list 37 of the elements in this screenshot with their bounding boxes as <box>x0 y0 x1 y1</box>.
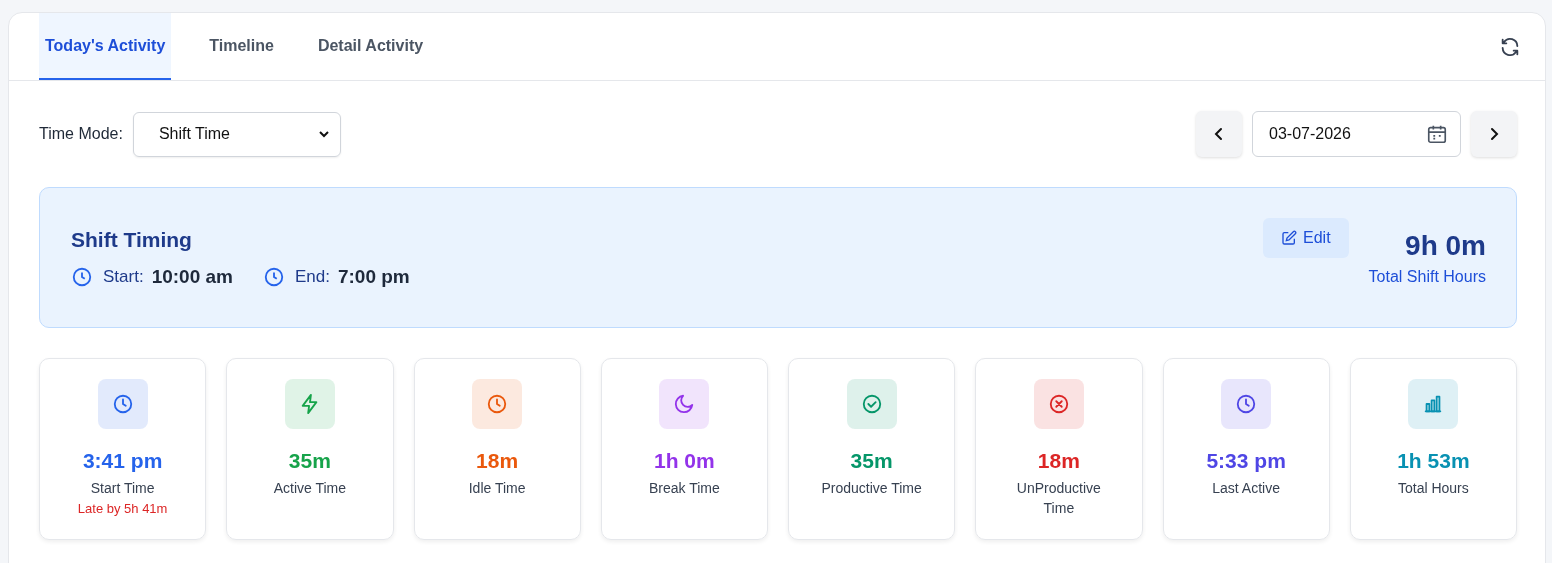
stat-label: Productive Time <box>820 479 923 498</box>
start-time: 10:00 am <box>151 265 233 288</box>
edit-button[interactable]: Edit <box>1263 218 1349 258</box>
time-mode-label: Time Mode: <box>39 125 123 143</box>
time-mode-select[interactable]: Shift Time <box>132 111 341 157</box>
total-shift-value: 9h 0m <box>1405 229 1486 262</box>
stat-label: Idle Time <box>467 479 527 498</box>
shift-title: Shift Timing <box>71 227 193 252</box>
stat-label: Active Time <box>272 479 348 498</box>
edit-icon <box>1281 230 1298 246</box>
late-note: Late by 5h 41m <box>77 500 168 516</box>
stat-label: UnProductive Time <box>1015 479 1102 518</box>
stat-value: 18m <box>476 449 519 473</box>
end-time: 7:00 pm <box>337 265 410 288</box>
stat-value: 35m <box>850 449 893 473</box>
calendar-icon[interactable] <box>1426 123 1448 145</box>
tab[interactable]: Today's Activity <box>39 13 172 80</box>
refresh-icon[interactable] <box>1499 35 1521 58</box>
stat-label: Last Active <box>1211 479 1281 498</box>
end-label: End: <box>294 266 330 287</box>
tab[interactable]: Detail Activity <box>311 13 430 80</box>
start-label: Start: <box>103 266 144 287</box>
stat-value: 1h 53m <box>1397 449 1470 473</box>
stat-value: 1h 0m <box>654 449 715 473</box>
total-shift-label: Total Shift Hours <box>1368 267 1486 286</box>
tab[interactable]: Timeline <box>203 13 280 80</box>
stat-value: 5:33 pm <box>1206 449 1286 473</box>
stat-value: 35m <box>288 449 331 473</box>
chevron-down-icon <box>317 128 330 140</box>
clock-icon <box>71 265 93 288</box>
clock-icon <box>262 265 285 288</box>
stat-label: Start Time <box>89 479 156 498</box>
stat-value: 18m <box>1037 449 1080 473</box>
stat-label: Break Time <box>647 479 721 498</box>
stat-label: Total Hours <box>1396 479 1470 498</box>
date-field[interactable]: 03-07-2026 <box>1252 111 1461 157</box>
stat-value: 3:41 pm <box>82 449 163 473</box>
